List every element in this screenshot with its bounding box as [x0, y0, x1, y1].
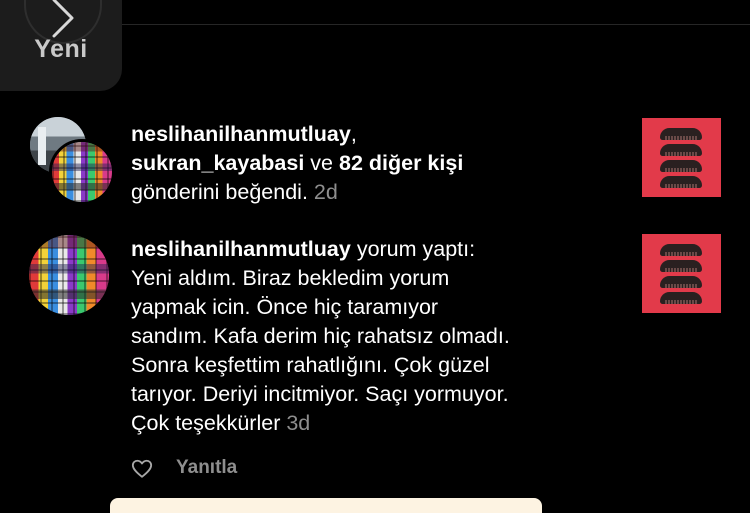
heart-outline-icon[interactable] [131, 458, 153, 480]
avatar-detail [38, 127, 46, 165]
action-text: yorum yaptı: [356, 237, 476, 261]
username-link[interactable]: neslihanilhanmutluay [131, 237, 351, 261]
username-link[interactable]: neslihanilhanmutluay [131, 122, 351, 146]
banner-text-cutoff: ▬▬▬▬ ▬▬▬▬ ▬ ▬▬▬▬▬▬ [142, 508, 490, 513]
bottom-banner[interactable]: ▬▬▬▬ ▬▬▬▬ ▬ ▬▬▬▬▬▬ [110, 498, 542, 513]
comment-line: tarıyor. Deriyi incitmiyor. Saçı yormuyo… [131, 382, 509, 406]
chevron-right-icon [52, 0, 74, 38]
comb-shape [660, 128, 702, 140]
comment-line: Çok teşekkürler [131, 411, 281, 435]
comma: , [350, 122, 357, 146]
comment-line: Sonra keşfettim rahatlığını. Çok güzel [131, 353, 490, 377]
comb-shape [660, 260, 702, 272]
comb-shape [660, 276, 702, 288]
comment-line: Yeni aldım. Biraz bekledim yorum [131, 266, 450, 290]
comb-shape [660, 160, 702, 172]
comment-line: sandım. Kafa derim hiç rahatsız olmadı. [131, 324, 510, 348]
post-thumbnail[interactable] [642, 234, 721, 313]
activity-screen: Yeni neslihanilhanmutluay, sukran_kayaba… [0, 0, 750, 513]
comb-shape [660, 176, 702, 188]
post-thumbnail[interactable] [642, 118, 721, 197]
timestamp: 3d [286, 411, 311, 435]
avatar-shade [52, 142, 112, 202]
new-activity-pill[interactable]: Yeni [0, 0, 122, 91]
comb-shape [660, 244, 702, 256]
comb-shape [660, 144, 702, 156]
timestamp: 2d [313, 180, 338, 204]
avatar[interactable] [29, 235, 109, 315]
new-pill-label: Yeni [34, 35, 88, 63]
comment-line: yapmak icin. Önce hiç taramıyor [131, 295, 439, 319]
action-text: gönderini beğendi. [131, 180, 308, 204]
connector-text: ve [310, 151, 334, 175]
like-notification-text: neslihanilhanmutluay, sukran_kayabasi ve… [131, 120, 611, 207]
others-link[interactable]: 82 diğer kişi [339, 151, 463, 175]
avatar-shade [29, 235, 109, 315]
avatar-front[interactable] [49, 139, 115, 205]
username-link[interactable]: sukran_kayabasi [131, 151, 304, 175]
comment-notification-text: neslihanilhanmutluay yorum yaptı: Yeni a… [131, 235, 611, 438]
comb-shape [660, 292, 702, 304]
reply-button[interactable]: Yanıtla [176, 457, 237, 479]
